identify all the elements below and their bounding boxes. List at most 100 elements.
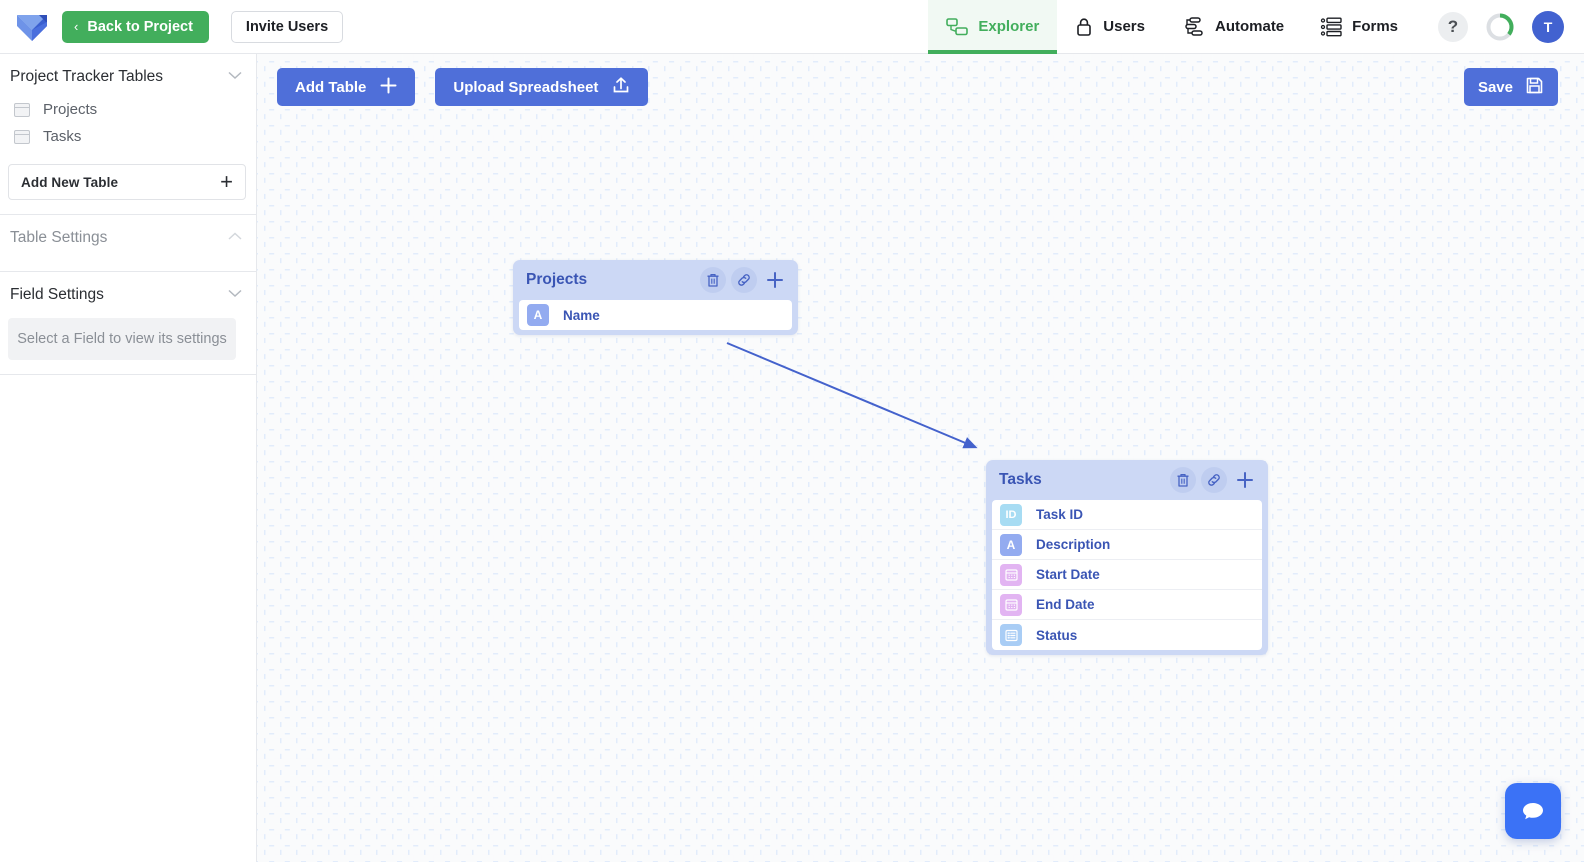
- field-type-id-icon: ID: [1000, 503, 1022, 526]
- floppy-disk-icon: [1525, 76, 1544, 99]
- trash-icon: [1177, 473, 1189, 487]
- field-type-select-icon: [1000, 624, 1022, 646]
- help-icon: ?: [1447, 16, 1459, 36]
- lock-icon: [1075, 17, 1093, 37]
- canvas-toolbar: Add Table Upload Spreadsheet: [277, 68, 649, 106]
- field-settings-title: Field Settings: [10, 286, 104, 303]
- nav-tab-explorer[interactable]: Explorer: [928, 0, 1058, 54]
- link-icon: [1208, 474, 1220, 486]
- link-table-button[interactable]: [1201, 467, 1227, 493]
- sidebar-item-projects[interactable]: Projects: [0, 96, 256, 123]
- user-avatar[interactable]: T: [1532, 10, 1564, 43]
- chevron-down-icon: [228, 71, 242, 83]
- sidebar-table-list: Projects Tasks: [0, 96, 256, 150]
- field-name-label: Task ID: [1036, 507, 1084, 522]
- schema-canvas[interactable]: Add Table Upload Spreadsheet Save Projec…: [257, 54, 1584, 862]
- nav-tab-automate-label: Automate: [1214, 18, 1285, 35]
- invite-users-button[interactable]: Invite Users: [230, 10, 344, 43]
- upload-spreadsheet-label: Upload Spreadsheet: [453, 78, 599, 96]
- onboarding-progress-ring[interactable]: [1484, 11, 1516, 43]
- topbar-utilities: ? T: [1438, 10, 1564, 43]
- field-type-text-icon: A: [1000, 533, 1022, 556]
- sidebar-item-projects-label: Projects: [43, 101, 98, 118]
- table-node-projects-title: Projects: [526, 271, 588, 288]
- chat-bubble-icon: [1523, 803, 1543, 820]
- avatar-initial: T: [1543, 18, 1553, 35]
- top-navigation-bar: ‹ Back to Project Invite Users Explorer: [0, 0, 1584, 54]
- chat-support-button[interactable]: [1505, 783, 1561, 839]
- chevron-up-icon: [228, 232, 242, 244]
- forms-list-icon: [1320, 17, 1342, 37]
- left-sidebar: Project Tracker Tables Projects Tasks Ad…: [0, 54, 257, 862]
- nav-tab-users-label: Users: [1103, 18, 1145, 35]
- main-navigation: Explorer Users Automate Forms: [928, 0, 1416, 54]
- upload-spreadsheet-button[interactable]: Upload Spreadsheet: [435, 68, 649, 106]
- back-to-project-button[interactable]: ‹ Back to Project: [62, 10, 209, 43]
- progress-ring-icon: [1486, 12, 1514, 40]
- sidebar-item-tasks-label: Tasks: [43, 128, 82, 145]
- nav-tab-automate[interactable]: Automate: [1163, 0, 1302, 54]
- field-row-end-date[interactable]: End Date: [992, 590, 1262, 620]
- field-row-name[interactable]: A Name: [519, 300, 792, 330]
- delete-table-button[interactable]: [700, 267, 726, 293]
- sidebar-divider-3: [0, 374, 256, 375]
- sidebar-section-field-settings-header[interactable]: Field Settings: [0, 272, 256, 314]
- field-row-start-date[interactable]: Start Date: [992, 560, 1262, 590]
- save-button[interactable]: Save: [1463, 68, 1558, 106]
- table-icon: [14, 102, 30, 117]
- nav-tab-explorer-label: Explorer: [978, 18, 1040, 35]
- sidebar-section-tables-title: Project Tracker Tables: [10, 68, 164, 85]
- field-name-label: Status: [1036, 627, 1078, 643]
- table-node-projects-header[interactable]: Projects: [513, 260, 798, 300]
- field-name-label: Description: [1036, 537, 1111, 552]
- field-type-text-icon: A: [527, 304, 549, 326]
- link-icon: [738, 274, 750, 286]
- save-label: Save: [1477, 78, 1513, 96]
- table-node-tasks[interactable]: Tasks ID Task ID A Description Start Dat…: [986, 460, 1268, 655]
- table-node-projects[interactable]: Projects A Name: [513, 260, 798, 335]
- field-name-label: Name: [563, 307, 600, 323]
- table-node-tasks-header[interactable]: Tasks: [986, 460, 1268, 500]
- relationship-edges: [726, 342, 978, 449]
- add-new-table-button[interactable]: Add New Table +: [8, 164, 246, 200]
- invite-users-label: Invite Users: [245, 18, 329, 35]
- table-node-projects-fields: A Name: [513, 300, 798, 330]
- field-name-label: End Date: [1036, 597, 1095, 612]
- delete-table-button[interactable]: [1170, 467, 1196, 493]
- nav-tab-users[interactable]: Users: [1057, 0, 1163, 54]
- field-row-status[interactable]: Status: [992, 620, 1262, 650]
- trash-icon: [707, 273, 719, 287]
- sidebar-section-tables-header[interactable]: Project Tracker Tables: [0, 54, 256, 96]
- table-node-tasks-fields: ID Task ID A Description Start Date End …: [986, 500, 1268, 650]
- table-icon: [14, 129, 30, 144]
- automate-flow-icon: [1181, 16, 1205, 37]
- add-field-button[interactable]: [762, 267, 788, 293]
- plus-icon: +: [220, 169, 233, 194]
- sidebar-item-tasks[interactable]: Tasks: [0, 123, 256, 150]
- chevron-left-icon: ‹: [74, 19, 79, 34]
- plus-icon: [1237, 472, 1253, 488]
- table-node-tasks-title: Tasks: [999, 471, 1042, 488]
- field-row-description[interactable]: A Description: [992, 530, 1262, 560]
- link-table-button[interactable]: [731, 267, 757, 293]
- nav-tab-forms-label: Forms: [1352, 18, 1398, 35]
- table-settings-title: Table Settings: [10, 229, 108, 246]
- plus-icon: [767, 272, 783, 288]
- add-field-button[interactable]: [1232, 467, 1258, 493]
- back-to-project-label: Back to Project: [87, 18, 193, 35]
- table-node-projects-actions: [700, 267, 788, 293]
- edge-projects-to-tasks: [726, 342, 978, 449]
- help-button[interactable]: ?: [1438, 11, 1468, 42]
- field-name-label: Start Date: [1036, 567, 1100, 582]
- field-type-date-icon: [1000, 563, 1022, 586]
- sidebar-section-table-settings-header[interactable]: Table Settings: [0, 215, 256, 257]
- field-type-date-icon: [1000, 593, 1022, 616]
- add-table-label: Add Table: [295, 78, 367, 96]
- nav-tab-forms[interactable]: Forms: [1302, 0, 1416, 54]
- explorer-nodes-icon: [946, 17, 969, 36]
- shield-chevron-logo-icon: [17, 14, 47, 41]
- field-row-task-id[interactable]: ID Task ID: [992, 500, 1262, 530]
- chevron-down-icon: [228, 289, 242, 301]
- app-logo[interactable]: [10, 5, 54, 49]
- add-table-button[interactable]: Add Table: [277, 68, 416, 106]
